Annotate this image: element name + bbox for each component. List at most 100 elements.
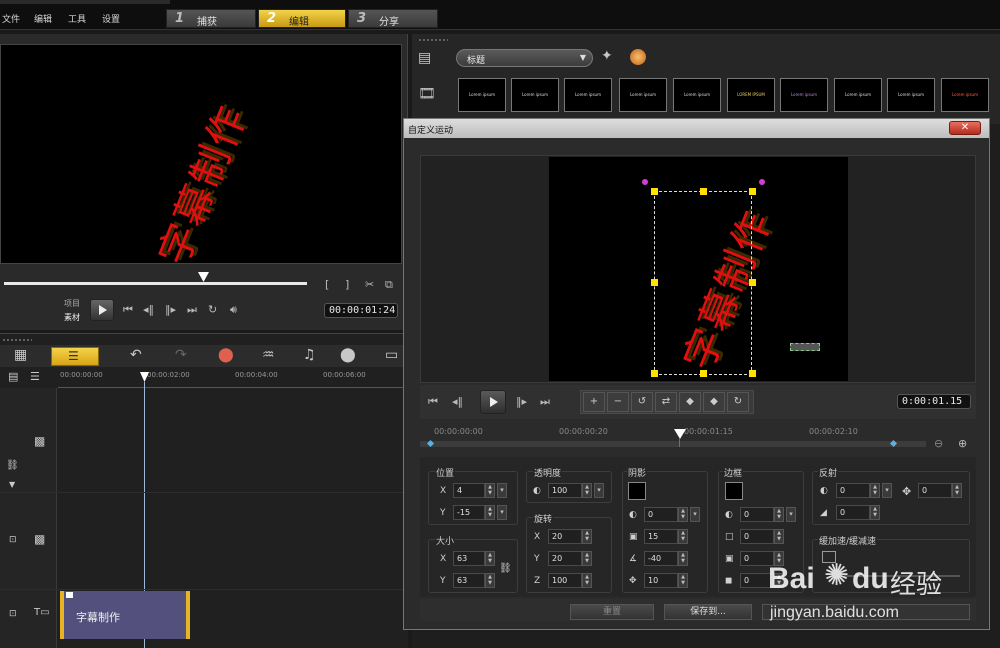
opacity-input[interactable]: 100 (548, 483, 582, 498)
film-icon[interactable]: 🎞︎ (418, 86, 436, 102)
resize-handle[interactable] (700, 188, 707, 195)
enlarge-icon[interactable]: ⧉ (385, 278, 393, 292)
spin-arrows[interactable]: ▲ ▼ (678, 573, 688, 588)
panel-grip[interactable] (2, 338, 32, 342)
add-keyframe-icon[interactable]: + (583, 392, 605, 412)
keyframe-dropdown[interactable]: ▾ (594, 483, 604, 498)
subtitle-editor-icon[interactable]: ▭ (385, 347, 398, 363)
rotate-keyframe-icon[interactable]: ↻ (727, 392, 749, 412)
lock-icon[interactable]: ⊡ (9, 535, 17, 545)
dialog-play-button[interactable] (480, 390, 506, 414)
title-thumb[interactable]: Lorem ipsum (834, 78, 882, 112)
reflection-opacity-input[interactable]: 0 (836, 483, 870, 498)
expand-icon[interactable]: ▼ (9, 480, 15, 489)
resize-handle[interactable] (700, 370, 707, 377)
resize-handle[interactable] (749, 188, 756, 195)
dialog-timecode[interactable]: 0:00:01.15 (897, 394, 971, 409)
tab-edit[interactable]: 2 编辑 (258, 9, 346, 28)
next-frame-icon[interactable]: ‖▸ (516, 395, 527, 408)
sound-mixer-icon[interactable]: ♒ (262, 347, 275, 363)
shadow-indicator[interactable] (790, 343, 820, 351)
distort-handle[interactable] (642, 179, 648, 185)
media-icon[interactable]: ▤ (418, 50, 431, 66)
go-start-icon[interactable]: ⏮ (428, 395, 438, 409)
title-thumb[interactable]: Lorem ipsum (780, 78, 828, 112)
size-y-input[interactable]: 63 (453, 573, 485, 588)
title-thumb[interactable]: Lorem ipsum (511, 78, 559, 112)
undo-icon[interactable]: ↶ (130, 347, 142, 363)
library-browse-icon[interactable] (630, 49, 646, 65)
chapter-icon[interactable]: ☰ (30, 370, 40, 383)
border-width-input[interactable]: 0 (740, 529, 774, 544)
dialog-title-bar[interactable]: 自定义运动 (404, 119, 989, 138)
title-thumb[interactable]: LOREM IPSUM (727, 78, 775, 112)
play-button[interactable] (90, 299, 114, 321)
spin-arrows[interactable]: ▲ ▼ (952, 483, 962, 498)
cut-icon[interactable]: ✂ (365, 278, 374, 291)
border-opacity-input[interactable]: 0 (740, 507, 774, 522)
go-start-icon[interactable]: ⏮ (123, 303, 133, 317)
go-end-icon[interactable]: ⏭ (187, 303, 197, 317)
shadow-opacity-input[interactable]: 0 (644, 507, 678, 522)
scrub-bar[interactable] (4, 282, 307, 285)
repeat-icon[interactable]: ↻ (208, 303, 217, 316)
keyframe-dropdown[interactable]: ▾ (497, 505, 507, 520)
lock-icon[interactable]: ⊡ (9, 609, 17, 619)
tab-capture[interactable]: 1 捕获 (166, 9, 256, 28)
mode-project[interactable]: 项目 (64, 298, 80, 309)
save-to-button[interactable]: 保存到... (664, 604, 752, 620)
shadow-distance-input[interactable]: 10 (644, 573, 678, 588)
spin-arrows[interactable]: ▲ ▼ (485, 505, 495, 520)
prev-frame-icon[interactable]: ◂‖ (452, 395, 463, 408)
auto-music-icon[interactable]: ♫ (303, 347, 316, 363)
reflection-fade-input[interactable]: 0 (836, 505, 870, 520)
resize-handle[interactable] (651, 279, 658, 286)
tab-share[interactable]: 3 分享 (348, 9, 438, 28)
volume-icon[interactable]: 🔊︎ (230, 303, 237, 317)
category-dropdown[interactable]: 标题 ▼ (456, 49, 593, 67)
mode-clip[interactable]: 素材 (64, 312, 80, 323)
spin-arrows[interactable]: ▲ ▼ (774, 507, 784, 522)
shadow-color-swatch[interactable] (628, 482, 646, 500)
reset-button[interactable]: 重置 (570, 604, 654, 620)
prev-frame-icon[interactable]: ◂‖ (143, 303, 154, 316)
distort-handle[interactable] (759, 179, 765, 185)
timeline-view-button[interactable]: ☰ (51, 347, 99, 366)
keyframe-dropdown[interactable]: ▾ (497, 483, 507, 498)
position-y-input[interactable]: -15 (453, 505, 485, 520)
title-thumb[interactable]: Lorem ipsum (619, 78, 667, 112)
spin-arrows[interactable]: ▲ ▼ (582, 573, 592, 588)
link-ratio-icon[interactable]: ⛓ (499, 563, 512, 574)
redo-icon[interactable]: ↷ (175, 347, 187, 363)
add-favorite-icon[interactable]: ✦ (601, 48, 613, 64)
mark-out-icon[interactable]: ] (345, 278, 349, 291)
rotation-y-input[interactable]: 20 (548, 551, 582, 566)
storyboard-view-icon[interactable]: ▦ (14, 347, 27, 363)
reflection-distance-input[interactable]: 0 (918, 483, 952, 498)
title-thumb[interactable]: Lorem ipsum (673, 78, 721, 112)
zoom-out-icon[interactable]: ⊖ (934, 437, 943, 450)
spin-arrows[interactable]: ▲ ▼ (870, 483, 880, 498)
reverse-icon[interactable]: ↺ (631, 392, 653, 412)
go-end-icon[interactable]: ⏭ (540, 395, 550, 409)
spin-arrows[interactable]: ▲ ▼ (485, 551, 495, 566)
resize-handle[interactable] (651, 370, 658, 377)
zoom-in-icon[interactable]: ⊕ (958, 437, 967, 450)
spin-arrows[interactable]: ▲ ▼ (678, 551, 688, 566)
rotation-x-input[interactable]: 20 (548, 529, 582, 544)
title-thumb[interactable]: Lorem ipsum (458, 78, 506, 112)
spin-arrows[interactable]: ▲ ▼ (870, 505, 880, 520)
track-manager-icon[interactable]: ▤ (8, 370, 18, 383)
overlay-track-icon[interactable]: ▩ (34, 532, 45, 546)
remove-keyframe-icon[interactable]: − (607, 392, 629, 412)
title-thumb[interactable]: Lorem ipsum (564, 78, 612, 112)
spin-arrows[interactable]: ▲ ▼ (774, 529, 784, 544)
resize-handle[interactable] (651, 188, 658, 195)
motion-track-icon[interactable]: ⬤ (340, 347, 356, 363)
mark-in-icon[interactable]: [ (325, 278, 329, 291)
video-track-icon[interactable]: ▩ (34, 434, 45, 448)
shadow-blur-input[interactable]: 15 (644, 529, 678, 544)
keyframe-track[interactable] (420, 441, 926, 447)
selection-box[interactable] (654, 191, 752, 375)
menu-settings[interactable]: 设置 (102, 12, 120, 25)
